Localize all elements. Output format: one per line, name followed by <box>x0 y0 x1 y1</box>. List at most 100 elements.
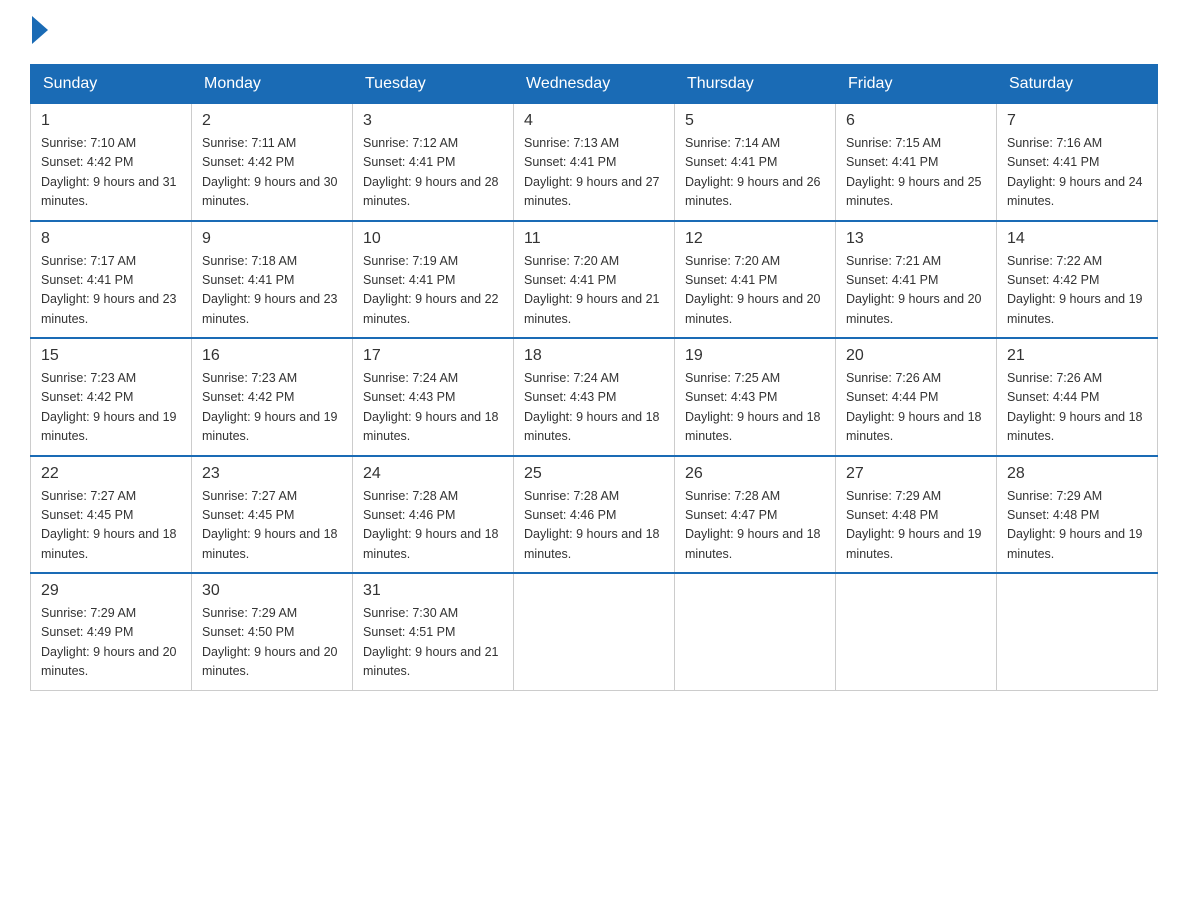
day-info: Sunrise: 7:21 AMSunset: 4:41 PMDaylight:… <box>846 252 986 330</box>
day-info: Sunrise: 7:30 AMSunset: 4:51 PMDaylight:… <box>363 604 503 682</box>
day-number: 13 <box>846 230 986 248</box>
day-info: Sunrise: 7:29 AMSunset: 4:50 PMDaylight:… <box>202 604 342 682</box>
day-info: Sunrise: 7:24 AMSunset: 4:43 PMDaylight:… <box>524 369 664 447</box>
weekday-header-tuesday: Tuesday <box>353 65 514 104</box>
day-info: Sunrise: 7:22 AMSunset: 4:42 PMDaylight:… <box>1007 252 1147 330</box>
calendar-cell: 14 Sunrise: 7:22 AMSunset: 4:42 PMDaylig… <box>997 221 1158 339</box>
calendar-cell: 2 Sunrise: 7:11 AMSunset: 4:42 PMDayligh… <box>192 104 353 221</box>
day-number: 22 <box>41 465 181 483</box>
calendar-cell <box>514 573 675 690</box>
calendar-cell <box>836 573 997 690</box>
calendar-cell: 3 Sunrise: 7:12 AMSunset: 4:41 PMDayligh… <box>353 104 514 221</box>
calendar-cell: 19 Sunrise: 7:25 AMSunset: 4:43 PMDaylig… <box>675 338 836 456</box>
day-number: 17 <box>363 347 503 365</box>
day-info: Sunrise: 7:25 AMSunset: 4:43 PMDaylight:… <box>685 369 825 447</box>
day-number: 26 <box>685 465 825 483</box>
calendar-cell: 17 Sunrise: 7:24 AMSunset: 4:43 PMDaylig… <box>353 338 514 456</box>
calendar-week-row: 1 Sunrise: 7:10 AMSunset: 4:42 PMDayligh… <box>31 104 1158 221</box>
day-number: 29 <box>41 582 181 600</box>
day-number: 10 <box>363 230 503 248</box>
day-number: 31 <box>363 582 503 600</box>
day-number: 23 <box>202 465 342 483</box>
weekday-header-thursday: Thursday <box>675 65 836 104</box>
day-info: Sunrise: 7:23 AMSunset: 4:42 PMDaylight:… <box>41 369 181 447</box>
calendar-cell: 4 Sunrise: 7:13 AMSunset: 4:41 PMDayligh… <box>514 104 675 221</box>
day-number: 30 <box>202 582 342 600</box>
calendar-cell: 28 Sunrise: 7:29 AMSunset: 4:48 PMDaylig… <box>997 456 1158 574</box>
day-number: 15 <box>41 347 181 365</box>
calendar-cell: 26 Sunrise: 7:28 AMSunset: 4:47 PMDaylig… <box>675 456 836 574</box>
calendar-cell: 5 Sunrise: 7:14 AMSunset: 4:41 PMDayligh… <box>675 104 836 221</box>
day-info: Sunrise: 7:24 AMSunset: 4:43 PMDaylight:… <box>363 369 503 447</box>
day-number: 19 <box>685 347 825 365</box>
calendar-week-row: 22 Sunrise: 7:27 AMSunset: 4:45 PMDaylig… <box>31 456 1158 574</box>
weekday-header-friday: Friday <box>836 65 997 104</box>
day-info: Sunrise: 7:11 AMSunset: 4:42 PMDaylight:… <box>202 134 342 212</box>
day-info: Sunrise: 7:17 AMSunset: 4:41 PMDaylight:… <box>41 252 181 330</box>
day-number: 18 <box>524 347 664 365</box>
day-number: 7 <box>1007 112 1147 130</box>
day-number: 8 <box>41 230 181 248</box>
day-number: 14 <box>1007 230 1147 248</box>
day-info: Sunrise: 7:28 AMSunset: 4:46 PMDaylight:… <box>363 487 503 565</box>
day-number: 16 <box>202 347 342 365</box>
calendar-header-row: SundayMondayTuesdayWednesdayThursdayFrid… <box>31 65 1158 104</box>
calendar-cell: 23 Sunrise: 7:27 AMSunset: 4:45 PMDaylig… <box>192 456 353 574</box>
calendar-cell: 10 Sunrise: 7:19 AMSunset: 4:41 PMDaylig… <box>353 221 514 339</box>
day-info: Sunrise: 7:10 AMSunset: 4:42 PMDaylight:… <box>41 134 181 212</box>
calendar-cell: 27 Sunrise: 7:29 AMSunset: 4:48 PMDaylig… <box>836 456 997 574</box>
day-info: Sunrise: 7:23 AMSunset: 4:42 PMDaylight:… <box>202 369 342 447</box>
day-info: Sunrise: 7:20 AMSunset: 4:41 PMDaylight:… <box>685 252 825 330</box>
day-number: 9 <box>202 230 342 248</box>
day-info: Sunrise: 7:26 AMSunset: 4:44 PMDaylight:… <box>846 369 986 447</box>
calendar-cell: 7 Sunrise: 7:16 AMSunset: 4:41 PMDayligh… <box>997 104 1158 221</box>
calendar-cell: 9 Sunrise: 7:18 AMSunset: 4:41 PMDayligh… <box>192 221 353 339</box>
day-info: Sunrise: 7:28 AMSunset: 4:47 PMDaylight:… <box>685 487 825 565</box>
day-info: Sunrise: 7:29 AMSunset: 4:48 PMDaylight:… <box>1007 487 1147 565</box>
day-info: Sunrise: 7:14 AMSunset: 4:41 PMDaylight:… <box>685 134 825 212</box>
day-number: 11 <box>524 230 664 248</box>
day-info: Sunrise: 7:26 AMSunset: 4:44 PMDaylight:… <box>1007 369 1147 447</box>
day-info: Sunrise: 7:29 AMSunset: 4:48 PMDaylight:… <box>846 487 986 565</box>
calendar-cell: 8 Sunrise: 7:17 AMSunset: 4:41 PMDayligh… <box>31 221 192 339</box>
calendar-cell: 20 Sunrise: 7:26 AMSunset: 4:44 PMDaylig… <box>836 338 997 456</box>
day-number: 28 <box>1007 465 1147 483</box>
calendar-cell: 12 Sunrise: 7:20 AMSunset: 4:41 PMDaylig… <box>675 221 836 339</box>
calendar-cell: 6 Sunrise: 7:15 AMSunset: 4:41 PMDayligh… <box>836 104 997 221</box>
weekday-header-wednesday: Wednesday <box>514 65 675 104</box>
day-number: 20 <box>846 347 986 365</box>
day-number: 25 <box>524 465 664 483</box>
day-number: 2 <box>202 112 342 130</box>
day-info: Sunrise: 7:16 AMSunset: 4:41 PMDaylight:… <box>1007 134 1147 212</box>
day-number: 6 <box>846 112 986 130</box>
calendar-cell: 31 Sunrise: 7:30 AMSunset: 4:51 PMDaylig… <box>353 573 514 690</box>
calendar-cell: 1 Sunrise: 7:10 AMSunset: 4:42 PMDayligh… <box>31 104 192 221</box>
day-info: Sunrise: 7:20 AMSunset: 4:41 PMDaylight:… <box>524 252 664 330</box>
calendar-cell: 29 Sunrise: 7:29 AMSunset: 4:49 PMDaylig… <box>31 573 192 690</box>
calendar-cell <box>675 573 836 690</box>
day-info: Sunrise: 7:18 AMSunset: 4:41 PMDaylight:… <box>202 252 342 330</box>
weekday-header-sunday: Sunday <box>31 65 192 104</box>
calendar-week-row: 15 Sunrise: 7:23 AMSunset: 4:42 PMDaylig… <box>31 338 1158 456</box>
day-number: 5 <box>685 112 825 130</box>
calendar-cell: 11 Sunrise: 7:20 AMSunset: 4:41 PMDaylig… <box>514 221 675 339</box>
day-info: Sunrise: 7:19 AMSunset: 4:41 PMDaylight:… <box>363 252 503 330</box>
day-info: Sunrise: 7:13 AMSunset: 4:41 PMDaylight:… <box>524 134 664 212</box>
weekday-header-saturday: Saturday <box>997 65 1158 104</box>
day-info: Sunrise: 7:15 AMSunset: 4:41 PMDaylight:… <box>846 134 986 212</box>
day-info: Sunrise: 7:12 AMSunset: 4:41 PMDaylight:… <box>363 134 503 212</box>
day-number: 4 <box>524 112 664 130</box>
weekday-header-monday: Monday <box>192 65 353 104</box>
day-info: Sunrise: 7:28 AMSunset: 4:46 PMDaylight:… <box>524 487 664 565</box>
day-info: Sunrise: 7:27 AMSunset: 4:45 PMDaylight:… <box>202 487 342 565</box>
logo <box>30 20 48 44</box>
calendar-cell: 22 Sunrise: 7:27 AMSunset: 4:45 PMDaylig… <box>31 456 192 574</box>
day-info: Sunrise: 7:27 AMSunset: 4:45 PMDaylight:… <box>41 487 181 565</box>
day-info: Sunrise: 7:29 AMSunset: 4:49 PMDaylight:… <box>41 604 181 682</box>
calendar-cell: 21 Sunrise: 7:26 AMSunset: 4:44 PMDaylig… <box>997 338 1158 456</box>
day-number: 12 <box>685 230 825 248</box>
calendar-cell <box>997 573 1158 690</box>
day-number: 24 <box>363 465 503 483</box>
calendar-week-row: 8 Sunrise: 7:17 AMSunset: 4:41 PMDayligh… <box>31 221 1158 339</box>
day-number: 3 <box>363 112 503 130</box>
